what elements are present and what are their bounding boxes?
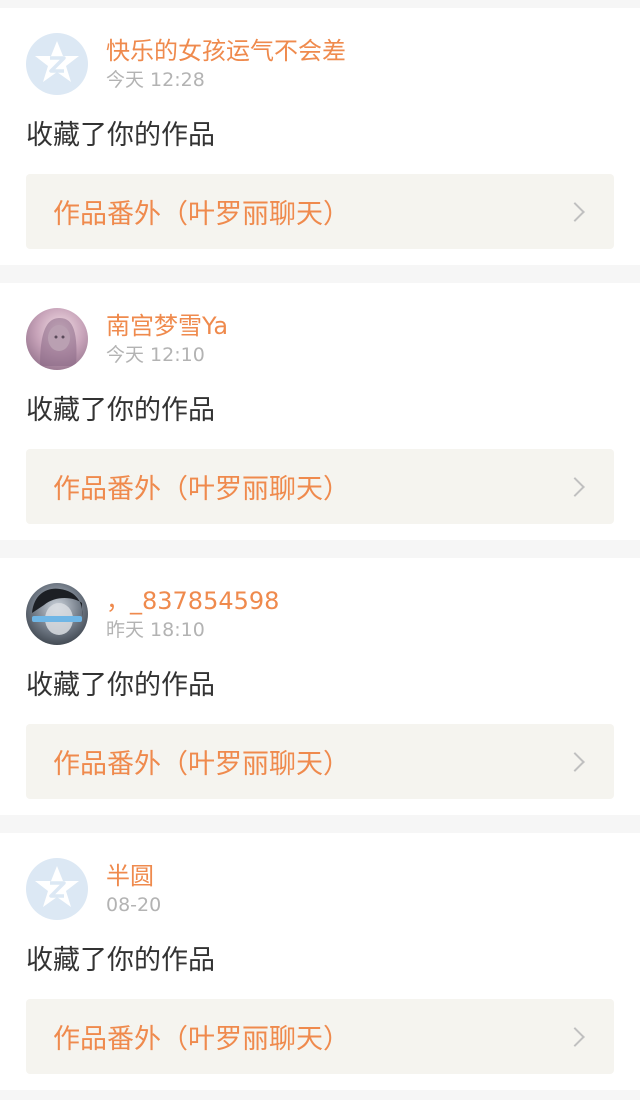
user-meta: 半圆 08-20 xyxy=(106,860,161,918)
work-title: 作品番外（叶罗丽聊天） xyxy=(53,749,350,780)
default-star-avatar-icon xyxy=(35,866,79,907)
avatar[interactable] xyxy=(26,33,88,95)
notification-card: 快乐的女孩运气不会差 今天 12:28 收藏了你的作品 作品番外（叶罗丽聊天） xyxy=(0,8,640,265)
chevron-right-icon xyxy=(565,476,585,497)
chevron-right-icon xyxy=(565,751,585,772)
avatar[interactable] xyxy=(26,308,88,370)
username[interactable]: ，_837854598 xyxy=(106,585,279,617)
username[interactable]: 快乐的女孩运气不会差 xyxy=(106,35,346,67)
card-header: 快乐的女孩运气不会差 今天 12:28 xyxy=(26,32,614,96)
card-header: 半圆 08-20 xyxy=(26,857,614,921)
work-link[interactable]: 作品番外（叶罗丽聊天） xyxy=(26,449,614,524)
timestamp: 昨天 18:10 xyxy=(106,619,205,641)
username[interactable]: 半圆 xyxy=(106,860,161,892)
work-title: 作品番外（叶罗丽聊天） xyxy=(53,474,350,505)
work-title: 作品番外（叶罗丽聊天） xyxy=(53,1024,350,1055)
work-link[interactable]: 作品番外（叶罗丽聊天） xyxy=(26,724,614,799)
work-title: 作品番外（叶罗丽聊天） xyxy=(53,199,350,230)
notification-card: 南宫梦雪Ya 今天 12:10 收藏了你的作品 作品番外（叶罗丽聊天） xyxy=(0,283,640,540)
chevron-right-icon xyxy=(565,1026,585,1047)
chevron-right-icon xyxy=(565,201,585,222)
notification-card: 半圆 08-20 收藏了你的作品 作品番外（叶罗丽聊天） xyxy=(0,833,640,1090)
notification-feed: 快乐的女孩运气不会差 今天 12:28 收藏了你的作品 作品番外（叶罗丽聊天） … xyxy=(0,0,640,1100)
action-text: 收藏了你的作品 xyxy=(26,120,215,151)
user-meta: 南宫梦雪Ya 今天 12:10 xyxy=(106,310,228,368)
default-star-avatar-icon xyxy=(35,41,79,82)
timestamp: 今天 12:28 xyxy=(106,69,205,91)
user-meta: 快乐的女孩运气不会差 今天 12:28 xyxy=(106,35,346,93)
avatar[interactable] xyxy=(26,858,88,920)
action-text: 收藏了你的作品 xyxy=(26,945,215,976)
card-header: ，_837854598 昨天 18:10 xyxy=(26,582,614,646)
photo-avatar-icon xyxy=(32,588,83,635)
timestamp: 08-20 xyxy=(106,894,162,916)
work-link[interactable]: 作品番外（叶罗丽聊天） xyxy=(26,999,614,1074)
photo-band xyxy=(32,616,82,622)
card-header: 南宫梦雪Ya 今天 12:10 xyxy=(26,307,614,371)
avatar[interactable] xyxy=(26,583,88,645)
user-meta: ，_837854598 昨天 18:10 xyxy=(106,585,279,643)
action-text: 收藏了你的作品 xyxy=(26,670,215,701)
action-text: 收藏了你的作品 xyxy=(26,395,215,426)
work-link[interactable]: 作品番外（叶罗丽聊天） xyxy=(26,174,614,249)
username[interactable]: 南宫梦雪Ya xyxy=(106,310,228,342)
notification-card: ，_837854598 昨天 18:10 收藏了你的作品 作品番外（叶罗丽聊天） xyxy=(0,558,640,815)
anime-girl-avatar-icon xyxy=(40,318,77,366)
timestamp: 今天 12:10 xyxy=(106,344,205,366)
